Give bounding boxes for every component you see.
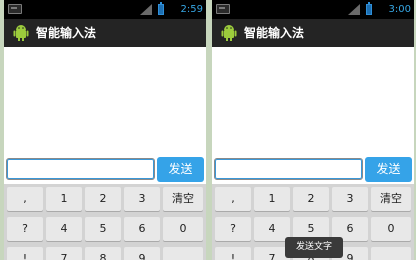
toast-message: 发送文字: [285, 237, 343, 258]
battery-icon: [158, 2, 164, 15]
key-2[interactable]: 2: [293, 187, 329, 211]
key-comma[interactable]: ,: [7, 187, 43, 211]
status-time: 2:59: [180, 4, 203, 15]
key-exclaim[interactable]: !: [215, 247, 251, 260]
signal-icon: [348, 4, 360, 15]
key-question[interactable]: ?: [7, 217, 43, 241]
phone-screen-right: 3:00 智能输入法 发送 , 1 2 3 清空 ? 4 5 6 0 ! 7 8…: [212, 0, 414, 260]
android-app-icon: [221, 25, 237, 41]
status-time: 3:00: [388, 4, 411, 15]
key-period[interactable]: .: [163, 247, 203, 260]
status-bar: 2:59: [4, 0, 206, 19]
signal-icon: [140, 4, 152, 15]
app-title: 智能输入法: [244, 26, 305, 40]
key-clear[interactable]: 清空: [371, 187, 411, 211]
key-period[interactable]: .: [371, 247, 411, 260]
key-5[interactable]: 5: [85, 217, 121, 241]
notification-icon: [8, 4, 22, 14]
phone-screen-left: 2:59 智能输入法 发送 , 1 2 3 清空 ? 4 5 6 0 ! 7 8…: [4, 0, 206, 260]
send-button[interactable]: 发送: [365, 157, 412, 182]
key-7[interactable]: 7: [46, 247, 82, 260]
key-9[interactable]: 9: [124, 247, 160, 260]
key-1[interactable]: 1: [254, 187, 290, 211]
key-0[interactable]: 0: [163, 217, 203, 241]
send-button[interactable]: 发送: [157, 157, 204, 182]
key-question[interactable]: ?: [215, 217, 251, 241]
key-3[interactable]: 3: [124, 187, 160, 211]
message-input[interactable]: [214, 158, 363, 180]
key-0[interactable]: 0: [371, 217, 411, 241]
key-4[interactable]: 4: [46, 217, 82, 241]
key-8[interactable]: 8: [85, 247, 121, 260]
app-title-bar: 智能输入法: [212, 19, 414, 47]
app-title-bar: 智能输入法: [4, 19, 206, 47]
key-comma[interactable]: ,: [215, 187, 251, 211]
message-input[interactable]: [6, 158, 155, 180]
number-keyboard: , 1 2 3 清空 ? 4 5 6 0 ! 7 8 9 .: [4, 184, 206, 260]
key-1[interactable]: 1: [46, 187, 82, 211]
battery-icon: [366, 2, 372, 15]
android-app-icon: [13, 25, 29, 41]
key-3[interactable]: 3: [332, 187, 368, 211]
notification-icon: [216, 4, 230, 14]
key-exclaim[interactable]: !: [7, 247, 43, 260]
key-6[interactable]: 6: [124, 217, 160, 241]
key-clear[interactable]: 清空: [163, 187, 203, 211]
app-title: 智能输入法: [36, 26, 97, 40]
status-bar: 3:00: [212, 0, 414, 19]
key-2[interactable]: 2: [85, 187, 121, 211]
